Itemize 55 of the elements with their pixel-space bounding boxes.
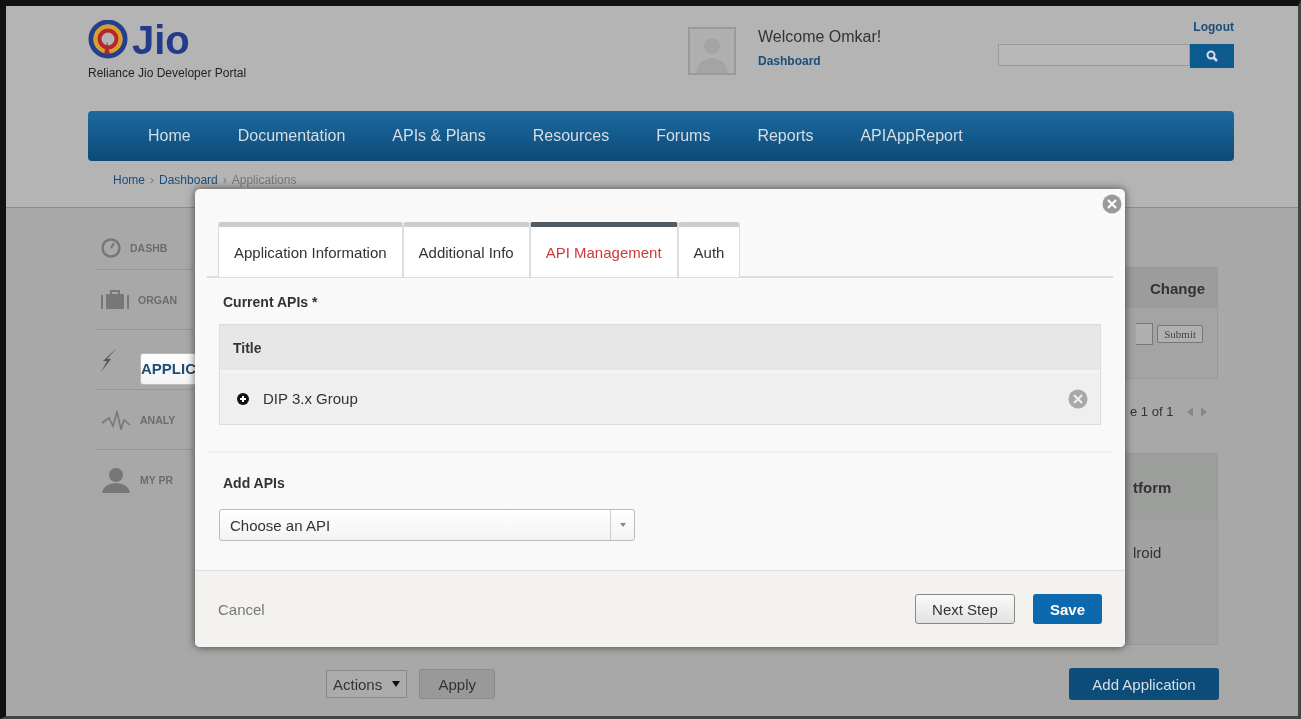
nav-link[interactable]: APIAppReport [860, 127, 963, 145]
close-icon[interactable] [1102, 194, 1122, 214]
tab[interactable]: Auth [677, 222, 741, 277]
submit-button[interactable]: Submit [1157, 325, 1203, 343]
gauge-icon [101, 238, 121, 258]
panel-heading: Change [1150, 279, 1205, 297]
avatar-silhouette-icon [688, 27, 736, 75]
search-field[interactable] [998, 44, 1190, 66]
nav-link[interactable]: APIs & Plans [392, 127, 486, 145]
table-cell: DIP 3.x Group [263, 390, 358, 407]
search-icon [1205, 49, 1219, 63]
sidebar-item[interactable]: APPLIC [140, 352, 197, 385]
actions-dropdown[interactable]: Actions [326, 670, 408, 698]
person-icon [101, 466, 131, 493]
nav-link[interactable]: Resources [532, 127, 610, 145]
nav-link[interactable]: Documentation [237, 127, 346, 145]
lightning-bolt-icon [101, 347, 119, 372]
logo-text: Jio [132, 18, 190, 62]
breadcrumb-link[interactable]: Home [113, 173, 145, 187]
apply-button[interactable]: Apply [419, 669, 496, 699]
expand-plus-icon[interactable] [237, 392, 249, 405]
breadcrumb-separator: › [150, 173, 154, 187]
column-header: tform [1133, 478, 1172, 496]
breadcrumb-link[interactable]: Dashboard [159, 173, 218, 187]
logout-link[interactable]: Logout [1193, 20, 1234, 34]
page-indicator: e 1 of 1 [1130, 404, 1174, 419]
breadcrumb-separator: › [222, 173, 227, 187]
previous-page-icon[interactable] [1187, 406, 1194, 417]
briefcase-icon [101, 289, 129, 310]
nav-link[interactable]: Reports [757, 127, 814, 145]
api-select-dropdown[interactable]: Choose an API [219, 509, 635, 541]
nav-link[interactable]: Home [148, 127, 191, 145]
tab[interactable]: API Management [529, 222, 678, 277]
remove-icon[interactable] [1068, 388, 1088, 409]
save-button[interactable]: Save [1032, 594, 1102, 624]
portal-tagline: Reliance Jio Developer Portal [88, 66, 248, 80]
welcome-text: Welcome Omkar! [758, 28, 882, 46]
table-cell: lroid [1133, 544, 1162, 561]
next-step-button[interactable]: Next Step [915, 594, 1015, 624]
tab[interactable]: Application Information [218, 222, 403, 277]
search-button[interactable] [1190, 44, 1234, 68]
input-field[interactable] [1136, 323, 1154, 345]
tab[interactable]: Additional Info [402, 222, 530, 277]
add-application-button[interactable]: Add Application [1069, 668, 1219, 700]
next-page-icon[interactable] [1201, 406, 1208, 417]
logo-rings-icon [88, 20, 128, 60]
nav-link[interactable]: Forums [656, 127, 711, 145]
dropdown-caret-icon [619, 523, 626, 527]
section-label: Current APIs * [222, 293, 319, 310]
cancel-link[interactable]: Cancel [218, 600, 265, 618]
column-header: Title [233, 339, 262, 356]
dropdown-caret-icon [392, 681, 401, 687]
section-label: Add APIs [207, 451, 1113, 491]
dashboard-link[interactable]: Dashboard [758, 54, 882, 68]
pulse-line-icon [101, 409, 131, 430]
